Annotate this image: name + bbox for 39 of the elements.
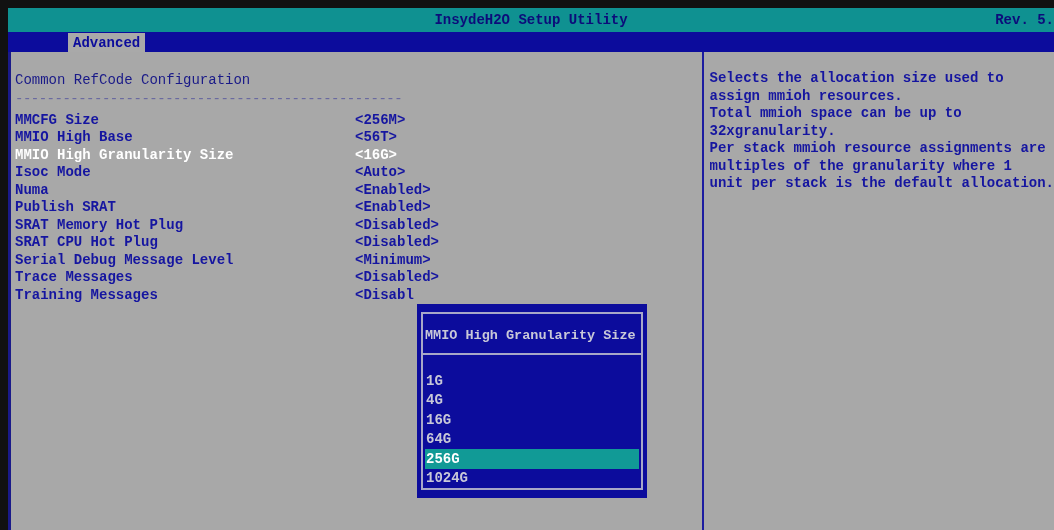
setting-value[interactable]: <Enabled> [355,181,431,198]
option-item[interactable]: 4G [425,390,639,410]
help-text: multiples of the granularity where 1 [709,157,1013,175]
setting-label[interactable]: MMIO High Base [15,129,355,146]
setting-label[interactable]: Training Messages [15,286,355,303]
setting-label[interactable]: Numa [15,181,355,198]
setting-label[interactable]: Isoc Mode [15,164,355,181]
help-text: Total mmioh space can be up to [709,105,963,123]
setting-label[interactable]: MMCFG Size [15,111,355,128]
setting-value[interactable]: <Disabled> [355,269,439,286]
setting-label[interactable]: SRAT Memory Hot Plug [15,216,355,233]
window-title: InsydeH2O Setup Utility [434,12,628,28]
setting-label[interactable]: SRAT CPU Hot Plug [15,234,355,251]
setting-label[interactable]: Publish SRAT [15,199,355,216]
setting-value[interactable]: <Enabled> [355,199,431,216]
section-rule: ------------------------------------------------- [15,91,404,107]
popup-title: MMIO High Granularity Size [423,314,641,355]
option-item[interactable]: 256G [425,449,639,469]
setting-value[interactable]: <Minimum> [355,251,431,268]
option-item[interactable]: 1G [425,371,639,391]
help-text: assign mmioh resources. [709,87,904,105]
setting-value[interactable]: <56T> [355,129,397,146]
option-item[interactable]: 16G [425,410,639,430]
revision-label: Rev. 5. [995,12,1054,28]
setting-value[interactable]: <256M> [355,111,406,128]
tab[interactable]: Advanced [68,33,146,52]
help-text: 32xgranularity. [709,122,837,140]
option-item[interactable]: 64G [425,429,639,449]
option-item[interactable]: 1024G [425,468,639,488]
setting-label[interactable]: Trace Messages [15,269,355,286]
setting-value[interactable]: <Disabled> [355,216,439,233]
setting-value[interactable]: <Disabl [355,286,414,303]
setting-value[interactable]: <Auto> [355,164,406,181]
setting-label[interactable]: Serial Debug Message Level [15,251,355,268]
help-text: Per stack mmioh resource assignments are [709,140,1047,158]
section-title: Common RefCode Configuration [15,72,252,89]
help-text: unit per stack is the default allocation. [709,175,1054,193]
help-text: Selects the allocation size used to [709,70,1005,88]
setting-value[interactable]: <Disabled> [355,234,439,251]
